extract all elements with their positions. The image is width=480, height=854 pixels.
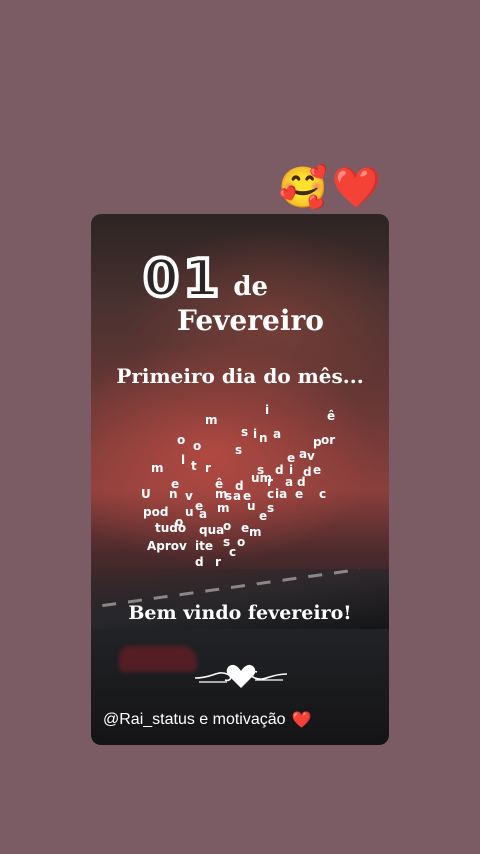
scatter-letter: ia <box>275 487 288 501</box>
scatter-letter: o <box>237 535 246 549</box>
scatter-letter: m <box>205 413 218 427</box>
scatter-letter: qua <box>199 523 225 537</box>
scatter-letter: u <box>247 499 256 513</box>
scatter-letter: u <box>185 505 194 519</box>
scatter-letter: U <box>141 487 151 501</box>
scatter-letter: m <box>217 501 230 515</box>
scatter-letter: s <box>267 501 275 515</box>
scatter-letter: n <box>169 487 178 501</box>
hug-emoji-icon: 🥰 <box>278 165 328 211</box>
scatter-letter: d <box>275 463 284 477</box>
scatter-letter: n <box>259 431 268 445</box>
scatter-letter: e <box>295 487 304 501</box>
scatter-letter: c <box>319 487 327 501</box>
scatter-letter: o <box>223 519 232 533</box>
scatter-letter: Aprov <box>147 539 187 553</box>
scatter-letter: a <box>199 507 208 521</box>
scatter-letter: t <box>191 459 197 473</box>
scatter-letter: r <box>215 555 221 569</box>
scatter-letter: i <box>253 427 258 441</box>
scatter-letter: or <box>321 433 336 447</box>
welcome-text: Bem vindo fevereiro! <box>128 602 352 624</box>
scatter-letter: s <box>235 443 243 457</box>
scatter-letter: c <box>229 545 237 559</box>
credit-text: @Rai_status e motivação <box>103 711 286 728</box>
heart-divider-icon <box>194 664 288 688</box>
scatter-letter: r <box>205 461 211 475</box>
scatter-letter: a <box>299 447 308 461</box>
scatter-letter: e <box>259 509 268 523</box>
scatter-letter: m <box>249 525 262 539</box>
scatter-letter: m <box>151 461 164 475</box>
scatter-letter: tudo <box>155 521 187 535</box>
scatter-letter: a <box>233 489 242 503</box>
scatter-letter: c <box>267 487 275 501</box>
scatter-letter: i <box>265 403 270 417</box>
scatter-letter: ê <box>327 409 336 423</box>
scatter-letter: l <box>181 453 186 467</box>
red-heart-icon: ❤️ <box>291 712 312 729</box>
scatter-letter: a <box>273 427 282 441</box>
scatter-letter: ite <box>195 539 213 553</box>
red-heart-icon: ❤️ <box>331 165 382 211</box>
credit-line: @Rai_status e motivação ❤️ <box>103 710 381 730</box>
scatter-letter: e <box>313 463 322 477</box>
scatter-letter: e <box>241 521 250 535</box>
scatter-letter: s <box>241 425 249 439</box>
status-card[interactable]: 01 de Fevereiro Primeiro dia do mês... m… <box>91 214 389 745</box>
scatter-letter: d <box>195 555 204 569</box>
scatter-letter: v <box>307 449 315 463</box>
scatter-letter: o <box>177 433 186 447</box>
scatter-letter: v <box>185 489 193 503</box>
sticker: 🥰 ❤️ <box>278 164 382 212</box>
scatter-letter: pod <box>143 505 169 519</box>
scatter-letter: o <box>193 439 202 453</box>
